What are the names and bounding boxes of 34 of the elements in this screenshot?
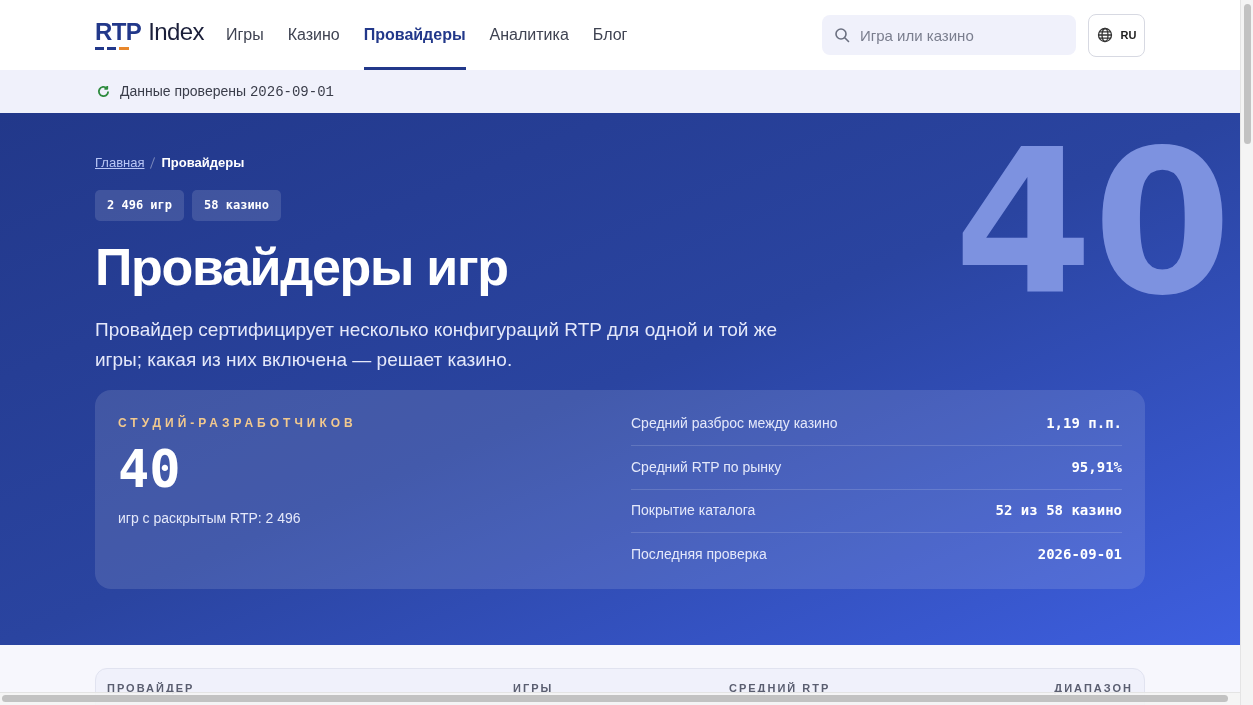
nav-tab[interactable]: Казино [287, 0, 340, 70]
stat-value: 95,91% [1071, 457, 1122, 477]
logo-dashes-icon [95, 46, 129, 51]
column-header: ПРОВАЙДЕР [107, 681, 196, 696]
status-text: Данные проверены 2026-09-01 [120, 81, 334, 102]
stat-value: 1,19 п.п. [1046, 414, 1122, 434]
count-badge: 58 казино [192, 189, 282, 221]
column-header: ИГРЫ [513, 681, 555, 696]
watermark-number: 40 [953, 123, 1232, 323]
stat-value: 52 из 58 казино [995, 501, 1122, 521]
nav-tab[interactable]: Блог [592, 0, 628, 70]
stat-label: Средний RTP по рынку [631, 457, 782, 477]
breadcrumb-link[interactable]: Главная [95, 153, 145, 173]
refresh-icon [97, 85, 110, 98]
count-badge: 2 496 игр [95, 189, 185, 221]
column-header: ДИАПАЗОН [1053, 681, 1133, 696]
globe-icon [1096, 27, 1113, 43]
column-header: СРЕДНИЙ RTP [729, 681, 832, 696]
search-icon [834, 27, 850, 43]
stat-label: Последняя проверка [631, 545, 767, 565]
nav-tab[interactable]: Игры [225, 0, 264, 70]
page-subtitle: Провайдер сертифицирует несколько конфигураций RTP для одной и той же игры; какая из них включена — решает казино. [95, 317, 778, 372]
logo-text[interactable]: RTP [95, 19, 142, 44]
breadcrumb-current: Провайдеры [161, 154, 245, 172]
search-field[interactable]: Игра или казино [822, 15, 1076, 55]
language-button[interactable]: RU [1088, 13, 1145, 57]
logo-text[interactable]: Index [148, 19, 204, 44]
summary-value: 40 [118, 442, 182, 495]
stat-value: 2026-09-01 [1037, 545, 1122, 565]
summary-label: СТУДИЙ-РАЗРАБОТЧИКОВ [118, 414, 358, 432]
stat-label: Средний разброс между казино [631, 414, 838, 434]
nav-tab[interactable]: Аналитика [489, 0, 569, 70]
stat-label: Покрытие каталога [631, 501, 756, 521]
summary-note: игр с раскрытым RTP: 2 496 [118, 508, 302, 528]
